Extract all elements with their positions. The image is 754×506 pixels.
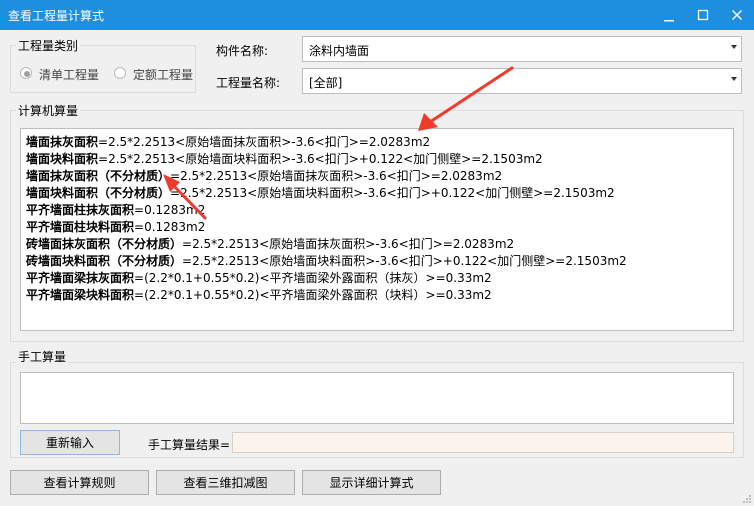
manual-calc-title: 手工算量 [16,348,69,365]
calc-line-name: 砖墙面块料面积（不分材质） [26,254,183,268]
calc-line-name: 平齐墙面柱抹灰面积 [26,203,135,217]
calc-line: 平齐墙面柱块料面积=0.1283m2 [26,218,205,235]
calc-line-formula: =2.5*2.2513<原始墙面块料面积>-3.6<扣门>+0.122<加门侧壁… [170,186,615,200]
manual-calc-input[interactable] [20,372,734,424]
radio-icon [20,67,32,79]
calc-line-name: 平齐墙面柱块料面积 [26,220,135,234]
calc-line-formula: =2.5*2.2513<原始墙面抹灰面积>-3.6<扣门>=2.0283m2 [98,135,431,149]
title-bar[interactable]: 查看工程量计算式 [0,0,754,30]
close-button[interactable] [720,0,754,30]
radio-list-quantity-label: 清单工程量 [39,68,100,82]
quantity-type-title: 工程量类别 [16,37,81,54]
calc-line: 砖墙面抹灰面积（不分材质）=2.5*2.2513<原始墙面抹灰面积>-3.6<扣… [26,235,514,252]
computer-calc-title: 计算机算量 [16,102,81,119]
calc-line-formula: =(2.2*0.1+0.55*0.2)<平齐墙面梁外露面积（块料）>=0.33m… [134,288,492,302]
quantity-name-value: [全部] [309,76,343,90]
calc-line-formula: =0.1283m2 [134,203,206,217]
computer-calc-textarea[interactable]: 墙面抹灰面积=2.5*2.2513<原始墙面抹灰面积>-3.6<扣门>=2.02… [20,128,734,331]
calc-line-formula: =2.5*2.2513<原始墙面块料面积>-3.6<扣门>+0.122<加门侧壁… [98,152,543,166]
calc-line-formula: =2.5*2.2513<原始墙面抹灰面积>-3.6<扣门>=2.0283m2 [170,169,503,183]
radio-list-quantity[interactable]: 清单工程量 [20,66,110,82]
calc-line-name: 平齐墙面梁抹灰面积 [26,271,135,285]
calc-line: 平齐墙面梁块料面积=(2.2*0.1+0.55*0.2)<平齐墙面梁外露面积（块… [26,286,492,303]
chevron-down-icon [731,45,737,49]
calc-line: 墙面块料面积=2.5*2.2513<原始墙面块料面积>-3.6<扣门>+0.12… [26,150,543,167]
calc-line: 墙面抹灰面积=2.5*2.2513<原始墙面抹灰面积>-3.6<扣门>=2.02… [26,133,430,150]
radio-icon [114,67,126,79]
quantity-name-dropdown[interactable]: [全部] [302,68,742,94]
calc-line-formula: =(2.2*0.1+0.55*0.2)<平齐墙面梁外露面积（抹灰）>=0.33m… [134,271,492,285]
minimize-icon [664,20,674,22]
manual-result-field [232,432,734,453]
calc-line: 平齐墙面柱抹灰面积=0.1283m2 [26,201,205,218]
radio-norm-quantity-label: 定额工程量 [133,68,194,82]
calc-line-formula: =2.5*2.2513<原始墙面抹灰面积>-3.6<扣门>=2.0283m2 [182,237,515,251]
view-3d-deduction-button[interactable]: 查看三维扣减图 [156,470,295,495]
calc-line-name: 砖墙面抹灰面积（不分材质） [26,237,183,251]
show-detail-formula-button[interactable]: 显示详细计算式 [302,470,441,495]
calc-line-name: 墙面抹灰面积 [26,135,99,149]
calc-line-name: 平齐墙面梁块料面积 [26,288,135,302]
component-name-value: 涂料内墙面 [309,44,370,58]
reinput-button[interactable]: 重新输入 [20,430,120,455]
calc-line: 墙面块料面积（不分材质）=2.5*2.2513<原始墙面块料面积>-3.6<扣门… [26,184,615,201]
calc-line-name: 墙面块料面积（不分材质） [26,186,171,200]
calc-line: 平齐墙面梁抹灰面积=(2.2*0.1+0.55*0.2)<平齐墙面梁外露面积（抹… [26,269,492,286]
calc-line-formula: =2.5*2.2513<原始墙面块料面积>-3.6<扣门>+0.122<加门侧壁… [182,254,627,268]
maximize-button[interactable] [686,0,720,30]
radio-norm-quantity[interactable]: 定额工程量 [114,66,204,82]
view-rules-button[interactable]: 查看计算规则 [10,470,149,495]
minimize-button[interactable] [652,0,686,30]
quantity-name-label: 工程量名称: [216,76,281,90]
calc-line-name: 墙面抹灰面积（不分材质） [26,169,171,183]
window-title: 查看工程量计算式 [8,9,105,23]
manual-result-label: 手工算量结果= [148,438,231,452]
close-icon [732,10,742,20]
resize-grip-icon[interactable] [742,494,752,504]
component-name-dropdown[interactable]: 涂料内墙面 [302,36,742,62]
calc-line: 墙面抹灰面积（不分材质）=2.5*2.2513<原始墙面抹灰面积>-3.6<扣门… [26,167,502,184]
calc-line: 砖墙面块料面积（不分材质）=2.5*2.2513<原始墙面块料面积>-3.6<扣… [26,252,627,269]
maximize-icon [697,9,709,21]
calc-line-name: 墙面块料面积 [26,152,99,166]
chevron-down-icon [731,77,737,81]
calc-line-formula: =0.1283m2 [134,220,206,234]
component-name-label: 构件名称: [216,44,269,58]
